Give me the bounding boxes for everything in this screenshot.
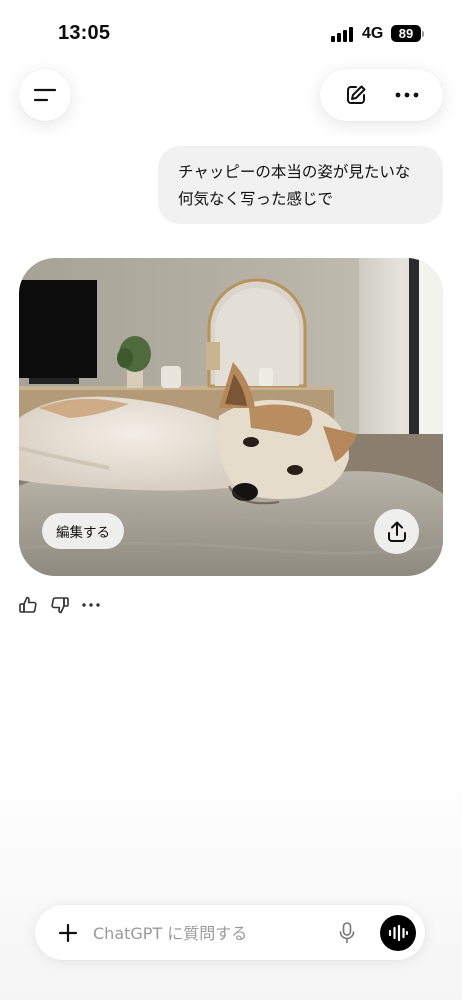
share-image-button[interactable] [374,509,419,554]
thumbs-up-icon [19,596,37,613]
thumbs-up-button[interactable] [18,595,38,615]
user-message-line: 何気なく写った感じで [178,190,334,208]
battery-nub [422,31,424,37]
message-feedback-row [18,594,100,616]
voice-mode-button[interactable] [380,915,416,951]
message-composer [35,905,425,960]
thumbs-down-icon [51,597,69,614]
status-bar: 13:05 4G 89 [0,0,462,60]
generated-image[interactable]: 編集する [19,258,443,576]
message-input[interactable] [93,919,323,947]
microphone-icon [339,922,355,944]
voice-mode-icon [388,925,408,941]
battery-level: 89 [398,26,414,41]
sidebar-menu-button[interactable] [19,69,71,121]
new-chat-button[interactable] [344,83,368,107]
more-options-button[interactable] [395,92,419,98]
battery-icon: 89 [391,25,421,42]
header-actions [320,69,443,121]
user-message-bubble: チャッピーの本当の姿が見たいな 何気なく写った感じで [158,146,443,224]
new-chat-edit-icon [346,85,366,104]
thumbs-down-button[interactable] [50,595,70,615]
network-type: 4G [362,25,384,42]
dictation-button[interactable] [335,919,359,947]
attach-plus-button[interactable] [55,920,81,946]
more-dots-icon [395,92,419,98]
more-dots-icon [82,603,100,607]
sidebar-menu-icon [34,87,56,103]
edit-image-button[interactable]: 編集する [42,513,124,549]
share-upload-icon [387,521,406,542]
message-more-button[interactable] [82,603,100,607]
signal-strength-icon [331,26,355,42]
user-message-line: チャッピーの本当の姿が見たいな [178,163,411,181]
status-time: 13:05 [58,22,111,44]
bottom-fade [0,760,462,1000]
plus-icon [58,923,78,943]
